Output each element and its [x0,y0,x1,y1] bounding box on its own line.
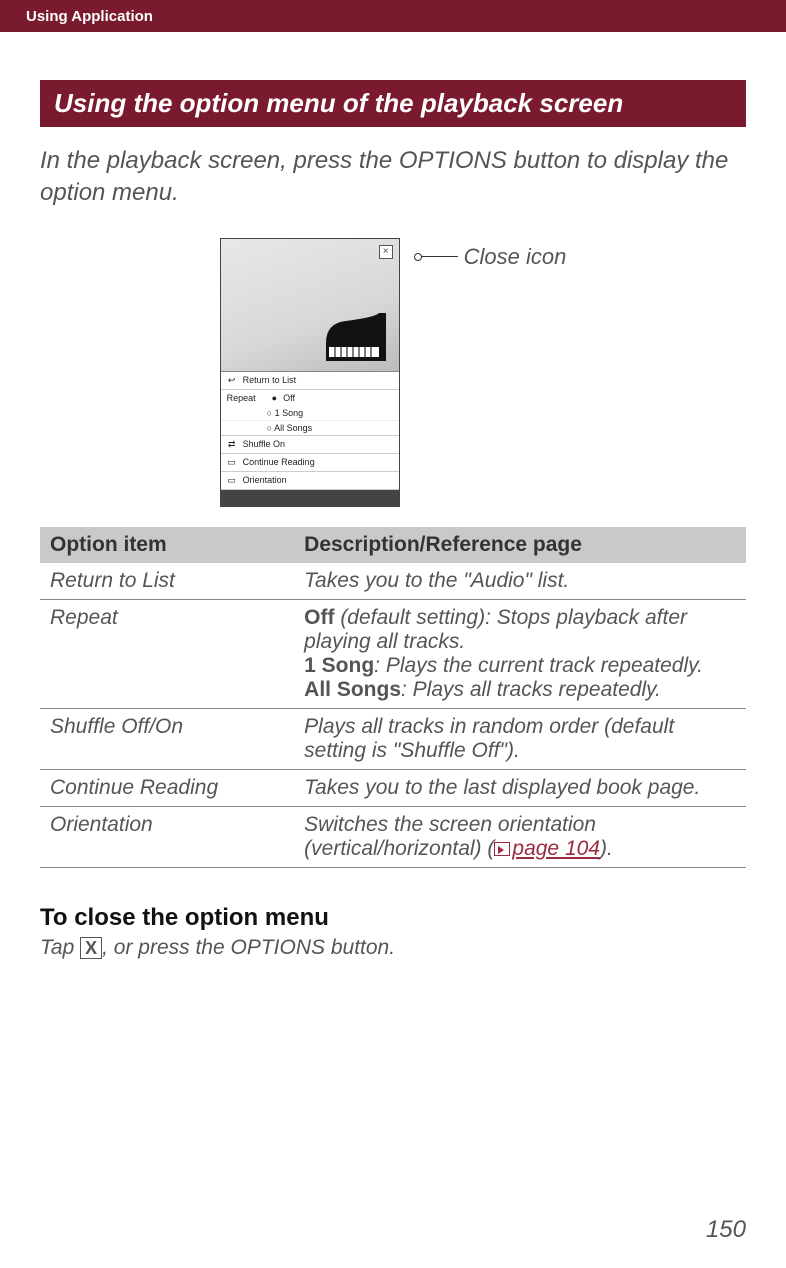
opt-name: Orientation [40,806,294,867]
opt-desc: Off (default setting): Stops playback af… [294,599,746,708]
opt-name: Continue Reading [40,769,294,806]
opt-desc: Takes you to the last displayed book pag… [294,769,746,806]
close-heading: To close the option menu [40,904,746,932]
opt-desc: Plays all tracks in random order (defaul… [294,708,746,769]
opt-name: Shuffle Off/On [40,708,294,769]
menu-continue[interactable]: ▭ Continue Reading [221,454,399,472]
bold-all: All Songs [304,678,401,701]
col-option: Option item [40,527,294,563]
menu-orientation[interactable]: ▭ Orientation [221,472,399,490]
piano-icon [321,313,391,363]
menu-sub-label: 1 Song [275,408,304,418]
device-mockup: × ↩ Return to List Repeat●Off ○ 1 Song ○ … [220,238,400,507]
txt: ). [600,837,613,860]
options-table: Option item Description/Reference page R… [40,527,746,868]
breadcrumb-tab: Using Application [8,2,171,31]
back-icon: ↩ [227,375,237,386]
orientation-icon: ▭ [227,475,237,486]
callout-label: Close icon [464,244,567,270]
col-desc: Description/Reference page [294,527,746,563]
table-row: Continue Reading Takes you to the last d… [40,769,746,806]
table-row: Orientation Switches the screen orientat… [40,806,746,867]
callout-line [418,256,458,257]
menu-label: Shuffle On [243,439,285,449]
page-content: Using the option menu of the playback sc… [0,32,786,960]
menu-sub-label: Off [283,393,295,403]
txt: , or press the OPTIONS button. [102,936,395,959]
page-number: 150 [706,1216,746,1244]
table-row: Return to List Takes you to the "Audio" … [40,563,746,600]
menu-shuffle[interactable]: ⇄ Shuffle On [221,436,399,454]
menu-repeat-all[interactable]: ○ All Songs [221,421,399,436]
bold-off: Off [304,606,334,629]
album-art: × [221,239,399,371]
opt-name: Repeat [40,599,294,708]
page-link[interactable]: page 104 [512,837,600,860]
menu-label: Orientation [243,475,287,485]
table-row: Repeat Off (default setting): Stops play… [40,599,746,708]
bold-1song: 1 Song [304,654,374,677]
txt: : Plays the current track repeatedly. [374,654,703,677]
x-button-icon: X [80,937,102,959]
opt-desc: Takes you to the "Audio" list. [294,563,746,600]
callout: Close icon [418,244,567,270]
figure-area: × ↩ Return to List Repeat●Off ○ 1 Song ○ … [40,238,746,507]
device-footer [221,490,399,506]
menu-label: Continue Reading [243,457,315,467]
option-menu: ↩ Return to List Repeat●Off ○ 1 Song ○ Al… [221,371,399,490]
opt-name: Return to List [40,563,294,600]
menu-label: Return to List [243,375,297,385]
section-title: Using the option menu of the playback sc… [40,80,746,127]
close-icon[interactable]: × [379,245,393,259]
txt: (default setting): Stops playback after … [304,606,687,653]
close-instruction: Tap X, or press the OPTIONS button. [40,936,746,960]
menu-label: Repeat [227,393,256,403]
book-icon: ▭ [227,457,237,468]
intro-text: In the playback screen, press the OPTION… [40,145,746,210]
txt: Tap [40,936,80,959]
opt-desc: Switches the screen orientation (vertica… [294,806,746,867]
table-row: Shuffle Off/On Plays all tracks in rando… [40,708,746,769]
menu-sub-label: All Songs [274,423,312,433]
menu-repeat[interactable]: Repeat●Off [221,390,399,406]
header-bar: Using Application [0,0,786,32]
page-ref-icon [494,842,510,856]
menu-return[interactable]: ↩ Return to List [221,372,399,390]
shuffle-icon: ⇄ [227,439,237,450]
txt: : Plays all tracks repeatedly. [401,678,661,701]
menu-repeat-1song[interactable]: ○ 1 Song [221,406,399,421]
